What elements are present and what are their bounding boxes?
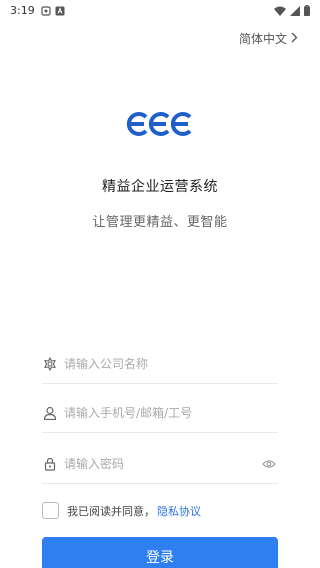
account-input[interactable] [64, 405, 278, 420]
password-field[interactable] [42, 444, 278, 484]
wifi-icon [274, 1, 286, 20]
ecs-logo-icon [124, 106, 196, 142]
status-time: 3:19 [10, 3, 35, 17]
password-input[interactable] [64, 456, 256, 471]
gear-flower-icon [42, 356, 58, 372]
app-subtitle: 让管理更精益、更智能 [92, 215, 228, 230]
battery-icon [304, 1, 310, 20]
language-label: 简体中文 [238, 32, 287, 46]
lock-icon [42, 456, 58, 472]
chevron-right-icon [291, 32, 298, 46]
agreement-row: 我已阅读并同意， 隐私协议 [42, 502, 201, 519]
agreement-text: 我已阅读并同意， [67, 504, 155, 518]
company-input[interactable] [64, 356, 278, 371]
privacy-link[interactable]: 隐私协议 [157, 503, 201, 519]
sync-icon [41, 1, 51, 20]
login-button[interactable]: 登录 [42, 537, 278, 568]
agreement-checkbox[interactable] [42, 502, 59, 519]
notification-a-icon [55, 1, 65, 20]
company-field[interactable] [42, 344, 278, 384]
status-indicators [274, 1, 310, 20]
language-switch[interactable]: 简体中文 [239, 30, 298, 47]
status-bar: 3:19 [0, 0, 320, 20]
eye-icon[interactable] [260, 455, 278, 473]
status-notifications [41, 1, 65, 20]
account-field[interactable] [42, 393, 278, 433]
app-title: 精益企业运营系统 [102, 179, 218, 195]
user-icon [42, 405, 58, 421]
signal-icon [290, 1, 300, 20]
